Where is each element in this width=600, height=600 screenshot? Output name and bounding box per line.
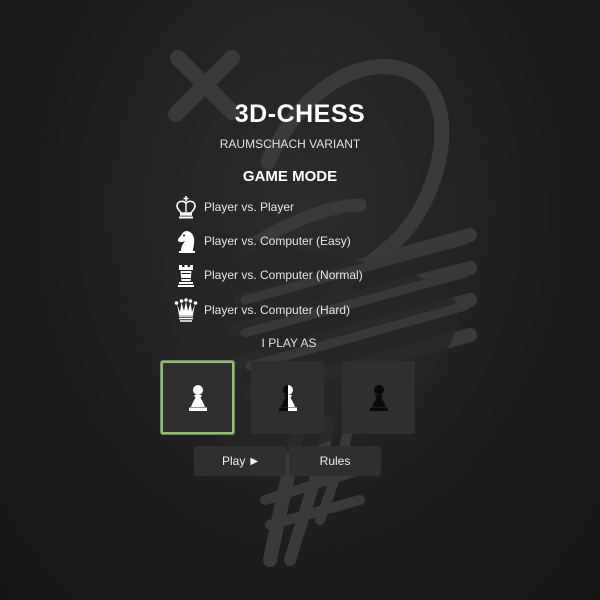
play-as-label: I PLAY AS xyxy=(261,336,317,350)
queen-icon xyxy=(173,297,199,323)
half-pawn-icon xyxy=(278,384,297,411)
play-as-white-option[interactable] xyxy=(161,361,234,434)
mode-computer-hard[interactable]: Player vs. Computer (Hard) xyxy=(173,297,350,323)
mode-computer-easy[interactable]: Player vs. Computer (Easy) xyxy=(173,228,351,254)
rook-icon xyxy=(173,262,199,288)
mode-player-vs-player[interactable]: Player vs. Player xyxy=(173,194,294,220)
game-subtitle: RAUMSCHACH VARIANT xyxy=(219,137,361,151)
black-pawn-icon xyxy=(369,384,388,411)
knight-icon xyxy=(173,228,199,254)
mode-label: Player vs. Computer (Normal) xyxy=(204,268,363,282)
white-pawn-icon xyxy=(188,384,207,411)
game-title: 3D-CHESS xyxy=(234,100,366,128)
mode-label: Player vs. Player xyxy=(204,200,295,214)
game-mode-heading: GAME MODE xyxy=(242,168,338,185)
rules-button-label: Rules xyxy=(319,454,351,468)
play-as-black-option[interactable] xyxy=(342,361,415,434)
play-button-label: Play xyxy=(221,454,246,468)
play-arrow-icon: ▶ xyxy=(250,455,259,467)
mode-label: Player vs. Computer (Easy) xyxy=(204,234,351,248)
play-as-random-option[interactable] xyxy=(251,361,324,434)
play-button[interactable]: Play ▶ xyxy=(194,446,286,476)
king-icon xyxy=(173,194,199,220)
start-screen: 3D-CHESS RAUMSCHACH VARIANT GAME MODE Pl… xyxy=(0,0,600,600)
mode-computer-normal[interactable]: Player vs. Computer (Normal) xyxy=(173,262,363,288)
rules-button[interactable]: Rules xyxy=(289,446,381,476)
mode-label: Player vs. Computer (Hard) xyxy=(204,303,351,317)
